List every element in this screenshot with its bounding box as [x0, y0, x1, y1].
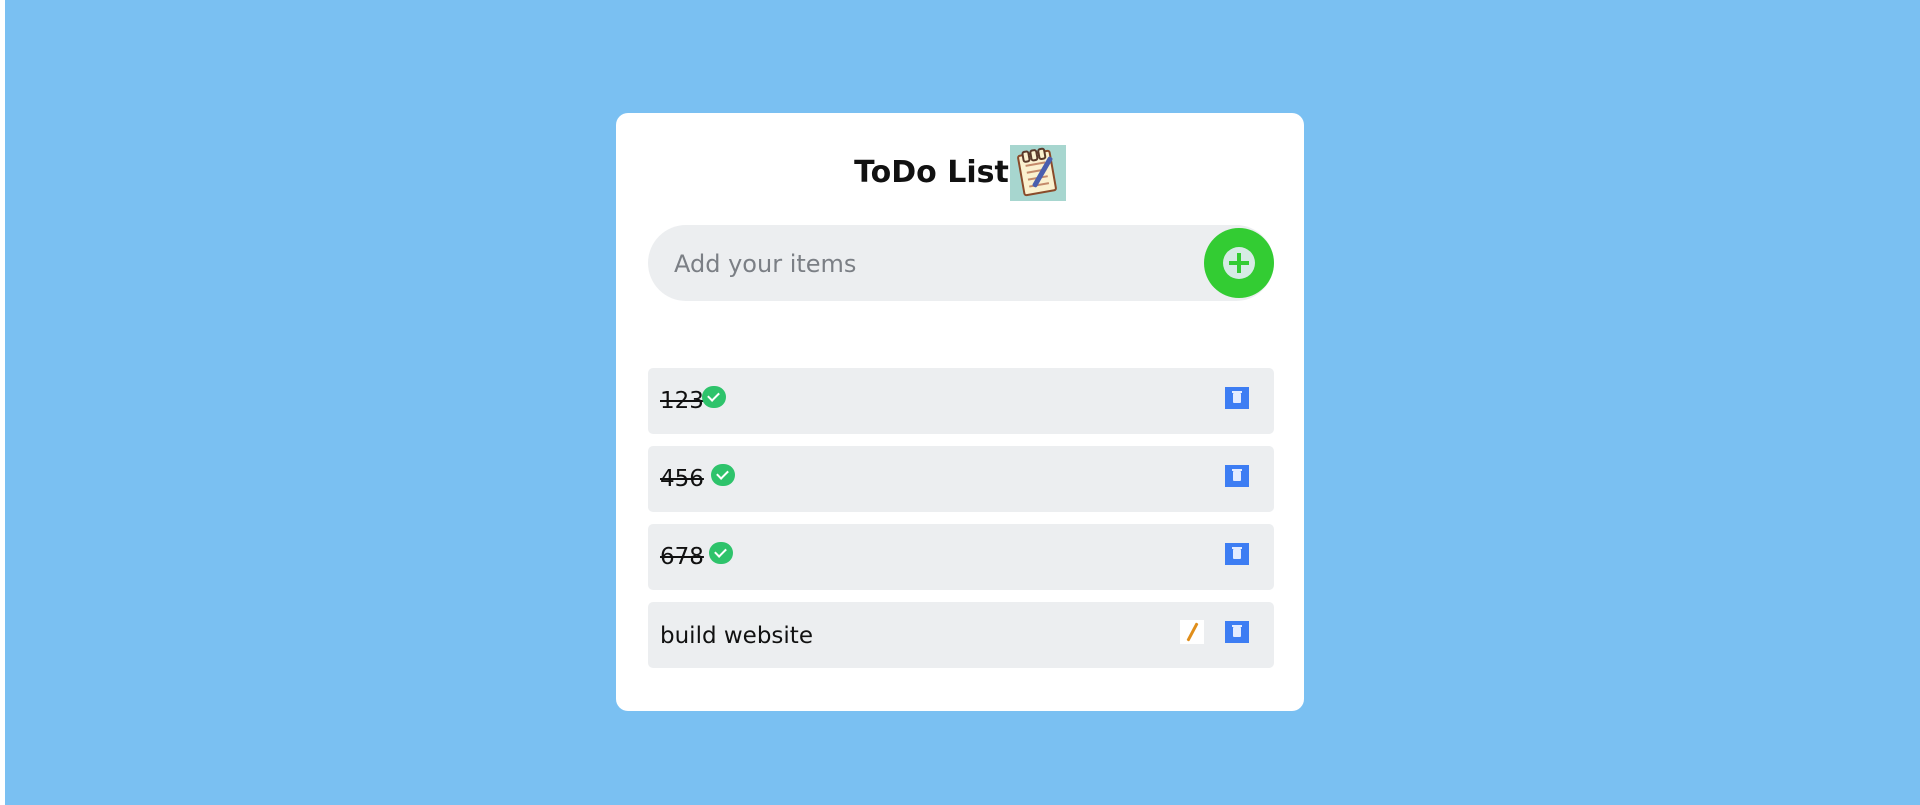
delete-button[interactable] [1225, 465, 1249, 487]
edit-button[interactable] [1180, 620, 1204, 644]
todo-item: 678 [648, 524, 1274, 590]
todo-item: 123 [648, 368, 1274, 434]
todo-item-text: 678 [660, 544, 704, 570]
check-icon[interactable] [711, 464, 735, 486]
check-icon[interactable] [702, 386, 726, 408]
add-item-input[interactable] [672, 225, 1186, 303]
add-item-button[interactable] [1204, 228, 1274, 298]
header: ToDo List [616, 143, 1304, 201]
todo-item-text: 456 [660, 466, 704, 492]
todo-item: build website [648, 602, 1274, 668]
add-item-bar [648, 225, 1274, 303]
todo-card: ToDo List 123 456 [616, 113, 1304, 711]
delete-button[interactable] [1225, 621, 1249, 643]
check-icon[interactable] [709, 542, 733, 564]
plus-circle-icon [1223, 247, 1255, 279]
todo-item: 456 [648, 446, 1274, 512]
pencil-icon [1186, 622, 1199, 642]
delete-button[interactable] [1225, 387, 1249, 409]
todo-item-text: build website [660, 623, 813, 649]
notepad-icon [1009, 145, 1066, 201]
page-title: ToDo List [854, 154, 1009, 190]
delete-button[interactable] [1225, 543, 1249, 565]
todo-item-text: 123 [660, 388, 704, 414]
